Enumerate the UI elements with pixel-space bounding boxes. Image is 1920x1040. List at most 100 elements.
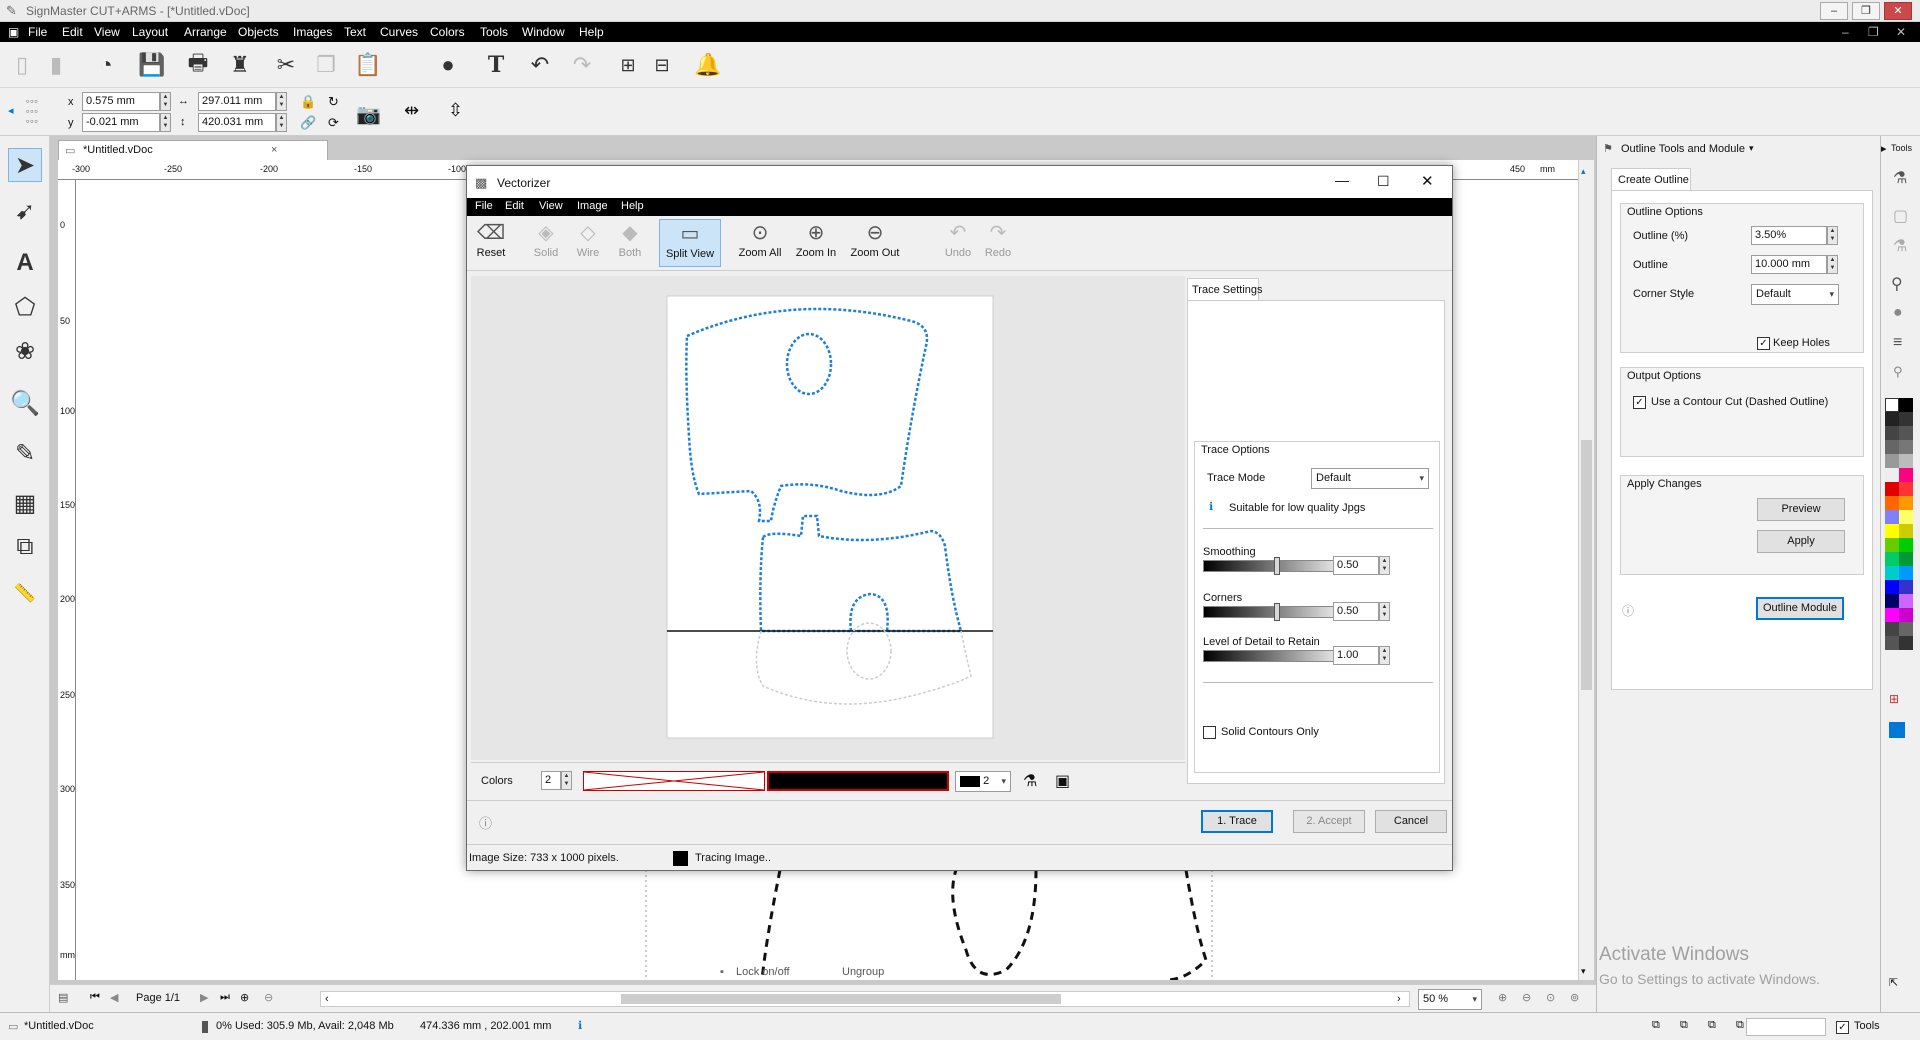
- vz-menu-help[interactable]: Help: [621, 200, 644, 212]
- outline-percent-field[interactable]: 3.50%: [1751, 226, 1827, 245]
- vz-menu-edit[interactable]: Edit: [505, 200, 524, 212]
- tools-checkbox[interactable]: ✓: [1836, 1021, 1849, 1034]
- smoothing-spinner[interactable]: ▲ ▼: [1379, 556, 1390, 575]
- color-swatch[interactable]: [1885, 580, 1899, 594]
- snap-objects-icon[interactable]: ⧉: [1680, 1019, 1688, 1032]
- cut-path[interactable]: [1165, 869, 1208, 980]
- color-swatch[interactable]: [1885, 538, 1899, 552]
- wire-button[interactable]: ◇ Wire: [569, 219, 607, 267]
- keep-holes-checkbox[interactable]: ✓: [1757, 337, 1770, 350]
- scroll-up-icon[interactable]: ▴: [1581, 166, 1586, 177]
- trace-mode-select[interactable]: Default ▾: [1311, 468, 1429, 489]
- color-picker-select[interactable]: 2 ▾: [955, 771, 1011, 792]
- color-swatch[interactable]: [1885, 412, 1899, 426]
- palette-scroll-icon[interactable]: ⇱: [1889, 976, 1898, 989]
- color-swatch[interactable]: [1899, 580, 1913, 594]
- color-swatch[interactable]: [1899, 622, 1913, 636]
- cutter-icon[interactable]: ♜: [224, 49, 256, 81]
- vz-menu-image[interactable]: Image: [577, 200, 608, 212]
- solid-contours-checkbox[interactable]: [1203, 726, 1216, 739]
- lock-ratio-icon[interactable]: 🔒: [300, 94, 316, 110]
- height-field[interactable]: 420.031 mm: [198, 113, 276, 132]
- weld-tool-icon[interactable]: ⧉: [8, 530, 42, 564]
- menu-curves[interactable]: Curves: [380, 25, 418, 39]
- menu-tools[interactable]: Tools: [480, 25, 508, 39]
- stroke-tool-icon[interactable]: ⚲: [1891, 274, 1903, 294]
- paste-icon[interactable]: 📋: [352, 49, 384, 81]
- color-swatch[interactable]: [1885, 440, 1899, 454]
- shape-tool-icon[interactable]: ⬠: [8, 290, 42, 324]
- copy-icon[interactable]: ❐: [310, 49, 342, 81]
- color-swatch[interactable]: [1899, 412, 1913, 426]
- line-style-icon[interactable]: ≡: [1893, 334, 1902, 352]
- page-settings-icon[interactable]: ▤: [58, 991, 68, 1004]
- undo-icon[interactable]: ↶: [524, 49, 556, 81]
- open-document-icon[interactable]: ▮: [40, 49, 72, 81]
- scroll-down-icon[interactable]: ▾: [1581, 966, 1586, 977]
- menu-text[interactable]: Text: [344, 25, 366, 39]
- zoom-tool-icon[interactable]: 🔍: [8, 386, 42, 420]
- palette-options-icon[interactable]: ⊞: [1889, 692, 1899, 706]
- vectorizer-minimize-button[interactable]: —: [1335, 172, 1349, 188]
- color-swatch[interactable]: [1899, 524, 1913, 538]
- transparent-color-swatch[interactable]: [583, 771, 765, 791]
- color-swatch[interactable]: [1899, 440, 1913, 454]
- node-edit-tool-icon[interactable]: ➹: [8, 194, 42, 228]
- pen-tool-icon[interactable]: ✎: [8, 436, 42, 470]
- menu-view[interactable]: View: [94, 25, 120, 39]
- color-swatch[interactable]: [1885, 454, 1899, 468]
- outline-color-icon[interactable]: ▢: [1893, 206, 1908, 226]
- x-position-field[interactable]: 0.575 mm: [82, 92, 160, 111]
- restore-button[interactable]: ❐: [1852, 2, 1880, 20]
- smoothing-slider-thumb[interactable]: [1274, 557, 1280, 575]
- vectorizer-help-icon[interactable]: ⓘ: [479, 813, 492, 832]
- black-color-swatch[interactable]: [767, 771, 949, 791]
- doc-minimize-icon[interactable]: –: [1842, 25, 1849, 39]
- contour-cut-checkbox[interactable]: ✓: [1633, 396, 1646, 409]
- prev-page-icon[interactable]: ◀: [110, 991, 118, 1004]
- zoom-page-icon[interactable]: ⊚: [1570, 991, 1579, 1004]
- zoom-fit-icon[interactable]: ⊙: [1546, 991, 1555, 1004]
- height-spinner[interactable]: ▲ ▼: [276, 113, 287, 132]
- scroll-right-icon[interactable]: ›: [1397, 993, 1401, 1005]
- doc-restore-icon[interactable]: ❐: [1868, 25, 1879, 39]
- color-swatch[interactable]: [1885, 552, 1899, 566]
- color-swatch[interactable]: [1885, 622, 1899, 636]
- corners-slider-thumb[interactable]: [1274, 603, 1280, 621]
- color-swatch[interactable]: [1899, 426, 1913, 440]
- text-tool-icon[interactable]: T: [480, 49, 512, 81]
- menu-colors[interactable]: Colors: [430, 25, 465, 39]
- zoom-in-icon[interactable]: ⊕: [1498, 991, 1507, 1004]
- info-icon[interactable]: ℹ: [578, 1019, 582, 1032]
- detail-field[interactable]: 1.00: [1333, 646, 1379, 665]
- last-page-icon[interactable]: ⏭: [220, 991, 230, 1004]
- vectorizer-close-button[interactable]: ✕: [1421, 172, 1434, 190]
- corners-field[interactable]: 0.50: [1333, 602, 1379, 621]
- color-swatch[interactable]: [1885, 594, 1899, 608]
- camera-icon[interactable]: 📷: [356, 102, 381, 127]
- color-swatch[interactable]: [1885, 566, 1899, 580]
- delete-page-icon[interactable]: ⊖: [264, 991, 273, 1004]
- mirror-vertical-icon[interactable]: ⇳: [448, 100, 463, 121]
- anchor-grid-icon[interactable]: ▫▫▫ ▫▫▫ ▫▫▫: [26, 96, 39, 126]
- doc-close-icon[interactable]: ✕: [1896, 25, 1906, 39]
- doc-menu-icon[interactable]: ▣: [8, 25, 19, 39]
- detail-slider[interactable]: [1203, 647, 1351, 665]
- colors-count-field[interactable]: 2: [541, 771, 561, 790]
- color-swatch[interactable]: [1899, 398, 1913, 412]
- scroll-left-icon[interactable]: ‹: [325, 993, 329, 1005]
- vectorizer-maximize-button[interactable]: ☐: [1377, 173, 1390, 190]
- color-swatch[interactable]: [1885, 510, 1899, 524]
- refresh-icon[interactable]: ⟳: [328, 115, 339, 131]
- color-swatch[interactable]: [1899, 594, 1913, 608]
- color-swatch[interactable]: [1899, 468, 1913, 482]
- both-button[interactable]: ◆ Both: [611, 219, 649, 267]
- collapse-left-icon[interactable]: ◂: [8, 104, 14, 117]
- document-tab[interactable]: ▭ *Untitled.vDoc ×: [58, 140, 328, 160]
- outline-module-button[interactable]: Outline Module: [1756, 597, 1844, 620]
- eyedropper-icon[interactable]: ⚲: [1893, 364, 1903, 380]
- color-swatch[interactable]: [1885, 524, 1899, 538]
- palette-tools-tab[interactable]: Tools: [1891, 143, 1912, 153]
- outline-size-spinner[interactable]: ▲ ▼: [1827, 255, 1838, 274]
- snap-guides-icon[interactable]: ⧉: [1736, 1019, 1744, 1032]
